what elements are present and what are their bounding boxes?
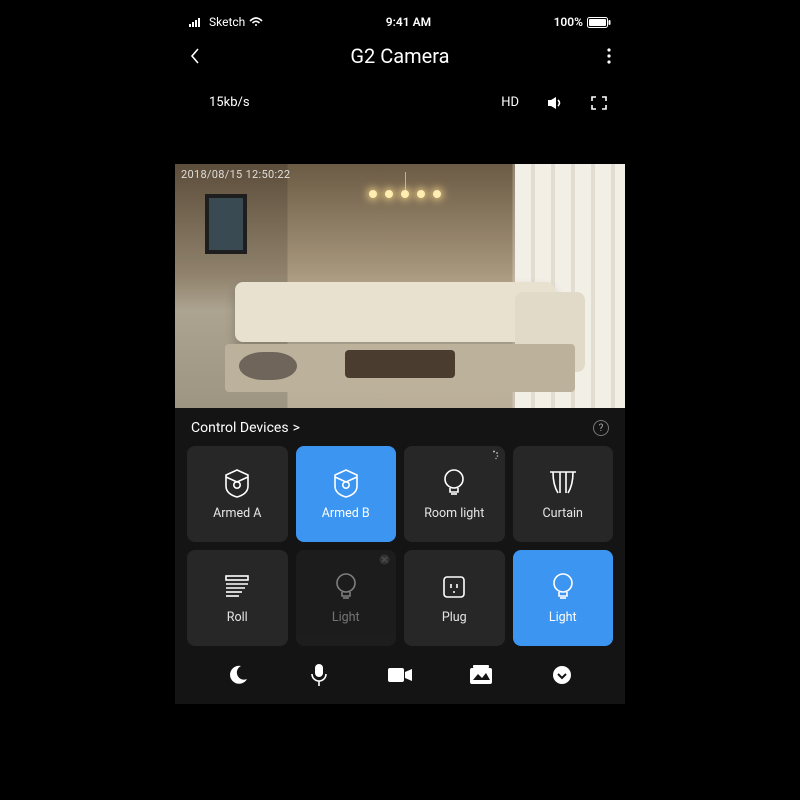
fullscreen-icon (591, 96, 607, 110)
record-button[interactable] (387, 662, 413, 688)
wifi-icon (249, 17, 263, 27)
battery-label: 100% (554, 15, 583, 29)
room-painting (205, 194, 247, 254)
tile-label: Light (549, 610, 577, 625)
bulb-icon (331, 572, 361, 602)
volume-button[interactable] (547, 96, 563, 110)
quality-toggle[interactable]: HD (501, 95, 519, 110)
control-panel-title: Control Devices (191, 420, 289, 436)
help-button[interactable]: ? (593, 420, 609, 436)
roll-icon (222, 572, 252, 602)
more-vertical-icon (607, 48, 611, 64)
more-button[interactable] (591, 48, 611, 64)
control-panel-header[interactable]: Control Devices > ? (187, 418, 613, 446)
disabled-icon (379, 554, 390, 565)
tile-label: Armed A (213, 506, 261, 521)
plug-icon (439, 572, 469, 602)
tile-label: Plug (442, 610, 467, 625)
chevron-left-icon (189, 47, 201, 65)
status-right: 100% (554, 15, 611, 29)
status-time: 9:41 AM (386, 15, 431, 29)
bulb-icon (548, 572, 578, 602)
chevron-right-icon: > (293, 420, 300, 436)
battery-icon (587, 17, 611, 28)
tile-plug[interactable]: Plug (404, 550, 505, 646)
tile-armed-b[interactable]: Armed B (296, 446, 397, 542)
tile-label: Room light (424, 506, 484, 521)
room-chandelier (365, 172, 445, 222)
room-coffee-table (345, 350, 455, 378)
shield-icon (222, 468, 252, 498)
curtain-icon (548, 468, 578, 498)
mic-icon (310, 663, 328, 687)
tile-curtain[interactable]: Curtain (513, 446, 614, 542)
nav-bar: G2 Camera (175, 33, 625, 79)
record-icon (387, 666, 413, 684)
moon-icon (227, 664, 249, 686)
back-button[interactable] (189, 47, 209, 65)
tile-armed-a[interactable]: Armed A (187, 446, 288, 542)
tile-label: Armed B (322, 506, 370, 521)
bottom-toolbar (187, 646, 613, 696)
bulb-icon (439, 468, 469, 498)
bitrate-label: 15kb/s (209, 95, 501, 110)
tile-light-active[interactable]: Light (513, 550, 614, 646)
room-couch (235, 282, 555, 342)
tile-label: Curtain (543, 506, 583, 521)
control-panel: Control Devices > ? Armed A Armed B (175, 408, 625, 704)
video-timestamp: 2018/08/15 12:50:22 (181, 168, 290, 181)
signal-icon (189, 17, 205, 27)
status-left: Sketch (189, 15, 263, 29)
status-bar: Sketch 9:41 AM 100% (175, 11, 625, 33)
tile-roll[interactable]: Roll (187, 550, 288, 646)
gallery-icon (469, 665, 493, 685)
carrier-label: Sketch (209, 15, 245, 29)
shield-icon (331, 468, 361, 498)
speaker-icon (547, 96, 563, 110)
page-title: G2 Camera (209, 44, 591, 68)
tile-room-light[interactable]: Room light (404, 446, 505, 542)
stream-info-bar: 15kb/s HD (175, 79, 625, 122)
fullscreen-button[interactable] (591, 96, 607, 110)
collapse-button[interactable] (549, 662, 575, 688)
device-grid: Armed A Armed B Room light (187, 446, 613, 646)
loading-icon (489, 450, 499, 460)
mic-button[interactable] (306, 662, 332, 688)
tile-label: Roll (227, 610, 248, 625)
camera-video-view[interactable]: 2018/08/15 12:50:22 (175, 164, 625, 408)
tile-light-disabled: Light (296, 550, 397, 646)
circle-down-icon (552, 665, 572, 685)
gallery-button[interactable] (468, 662, 494, 688)
tile-label: Light (332, 610, 360, 625)
room-pouf (239, 352, 297, 380)
help-icon: ? (599, 423, 604, 434)
night-mode-button[interactable] (225, 662, 251, 688)
